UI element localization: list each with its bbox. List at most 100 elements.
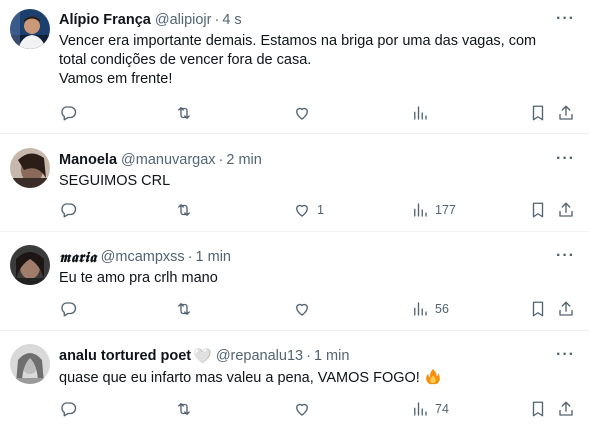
views-button[interactable]: 177	[411, 201, 456, 219]
tweet-header: analu tortured poet 🤍 @repanalu13 · 1 mi…	[59, 347, 577, 365]
timestamp[interactable]: 1 min	[314, 348, 349, 364]
reply-button[interactable]	[59, 400, 77, 418]
user-handle[interactable]: @manuvargax	[121, 152, 216, 168]
action-bar: 1 177	[59, 201, 575, 221]
display-name[interactable]: Alípio França	[59, 12, 151, 28]
like-icon	[296, 204, 308, 217]
timestamp[interactable]: 2 min	[226, 152, 261, 168]
retweet-button[interactable]	[175, 300, 193, 318]
views-button[interactable]: 74	[411, 400, 449, 418]
display-name[interactable]: analu tortured poet	[59, 348, 191, 364]
views-count: 177	[435, 203, 456, 217]
tweet[interactable]: Alípio França @alipiojr · 4 s Vencer era…	[0, 0, 589, 134]
views-icon	[414, 203, 427, 217]
tweet[interactable]: 𝖒𝖆𝖗𝖎𝖆 @mcampxss · 1 min Eu te amo pra cr…	[0, 232, 589, 331]
reply-button[interactable]	[59, 201, 77, 219]
like-icon	[296, 107, 308, 120]
user-handle[interactable]: @repanalu13	[216, 348, 303, 364]
avatar[interactable]	[10, 148, 50, 188]
display-name[interactable]: Manoela	[59, 152, 117, 168]
more-icon[interactable]: ···	[556, 248, 575, 264]
like-button[interactable]	[293, 300, 311, 318]
action-bar: 56	[59, 300, 575, 320]
bookmark-button[interactable]	[529, 400, 547, 418]
tweet-text-line: quase que eu infarto mas valeu a pena, V…	[59, 370, 420, 386]
retweet-button[interactable]	[175, 201, 193, 219]
tweet-text-line: SEGUIMOS CRL	[59, 173, 171, 189]
avatar[interactable]	[10, 245, 50, 285]
user-handle[interactable]: @alipiojr	[155, 12, 212, 28]
views-icon	[414, 106, 427, 120]
share-button[interactable]	[557, 104, 575, 122]
like-button[interactable]	[293, 400, 311, 418]
share-button[interactable]	[557, 400, 575, 418]
retweet-button[interactable]	[175, 104, 193, 122]
separator: ·	[306, 348, 311, 364]
more-icon[interactable]: ···	[556, 151, 575, 167]
like-button[interactable]: 1	[293, 201, 324, 219]
retweet-icon	[178, 107, 190, 119]
more-icon[interactable]: ···	[556, 347, 575, 363]
retweet-button[interactable]	[175, 400, 193, 418]
timestamp[interactable]: 1 min	[196, 249, 231, 265]
separator: ·	[214, 12, 220, 28]
avatar[interactable]	[10, 9, 50, 49]
white-heart-icon: 🤍	[193, 348, 212, 365]
like-icon	[296, 303, 308, 316]
tweet-header: 𝖒𝖆𝖗𝖎𝖆 @mcampxss · 1 min	[59, 248, 577, 266]
bookmark-button[interactable]	[529, 300, 547, 318]
bookmark-icon	[532, 301, 544, 317]
retweet-icon	[178, 204, 190, 216]
tweet-text: SEGUIMOS CRL	[59, 172, 577, 191]
share-icon	[559, 202, 573, 217]
views-button[interactable]: 56	[411, 300, 449, 318]
bookmark-button[interactable]	[529, 201, 547, 219]
views-icon	[414, 302, 427, 316]
tweet[interactable]: analu tortured poet 🤍 @repanalu13 · 1 mi…	[0, 331, 589, 432]
separator: ·	[218, 152, 224, 168]
bookmark-icon	[532, 401, 544, 417]
tweet-text-line: total condições de vencer fora de casa.	[59, 52, 312, 68]
views-count: 74	[435, 402, 449, 416]
share-button[interactable]	[557, 300, 575, 318]
tweet-text-line: Eu te amo pra crlh mano	[59, 270, 218, 286]
display-name[interactable]: 𝖒𝖆𝖗𝖎𝖆	[59, 249, 97, 266]
reply-icon	[61, 302, 77, 317]
tweet-header: Alípio França @alipiojr · 4 s	[59, 11, 577, 29]
retweet-icon	[178, 403, 190, 415]
views-icon	[414, 402, 427, 416]
share-icon	[559, 105, 573, 120]
retweet-icon	[178, 303, 190, 315]
share-icon	[559, 401, 573, 416]
tweet-text: Vencer era importante demais. Estamos na…	[59, 32, 577, 89]
fire-emoji-icon	[425, 368, 440, 385]
separator: ·	[187, 249, 193, 265]
reply-button[interactable]	[59, 104, 77, 122]
bookmark-button[interactable]	[529, 104, 547, 122]
more-icon[interactable]: ···	[556, 11, 575, 27]
reply-icon	[61, 203, 77, 218]
bookmark-icon	[532, 105, 544, 121]
tweet[interactable]: Manoela @manuvargax · 2 min SEGUIMOS CRL…	[0, 134, 589, 232]
reply-icon	[61, 106, 77, 121]
action-bar: 74	[59, 400, 575, 420]
tweet-header: Manoela @manuvargax · 2 min	[59, 151, 577, 169]
like-count: 1	[317, 203, 324, 217]
like-button[interactable]	[293, 104, 311, 122]
avatar[interactable]	[10, 344, 50, 384]
action-bar	[59, 104, 575, 124]
tweet-text: Eu te amo pra crlh mano	[59, 269, 577, 288]
like-icon	[296, 403, 308, 416]
tweet-text-line: Vencer era importante demais. Estamos na…	[59, 33, 537, 49]
reply-button[interactable]	[59, 300, 77, 318]
views-button[interactable]	[411, 104, 429, 122]
tweet-feed: Alípio França @alipiojr · 4 s Vencer era…	[0, 0, 589, 432]
tweet-text: quase que eu infarto mas valeu a pena, V…	[59, 368, 577, 388]
reply-icon	[61, 402, 77, 417]
views-count: 56	[435, 302, 449, 316]
user-handle[interactable]: @mcampxss	[101, 249, 185, 265]
share-icon	[559, 301, 573, 316]
tweet-text-line: Vamos em frente!	[59, 71, 173, 87]
timestamp[interactable]: 4 s	[222, 12, 241, 28]
share-button[interactable]	[557, 201, 575, 219]
